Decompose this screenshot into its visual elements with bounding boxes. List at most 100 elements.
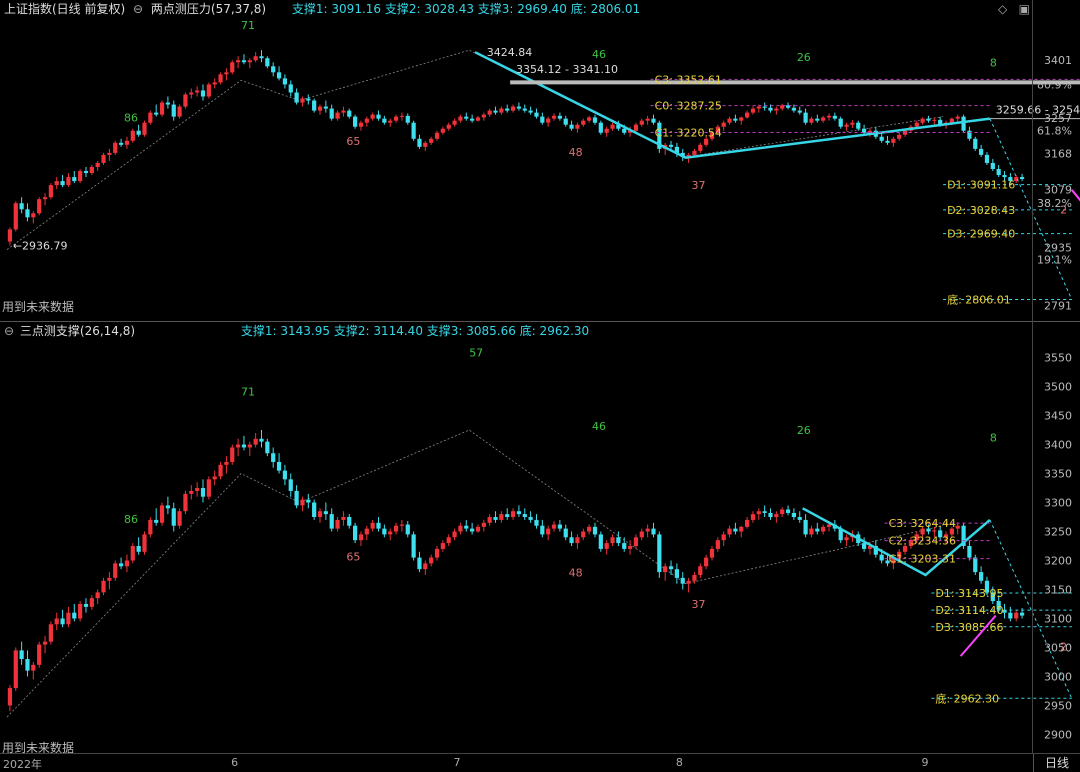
time-tick-label: 9 [921,756,929,769]
candle-body [744,519,750,527]
candle-body [165,102,170,105]
candle-body [282,78,288,85]
candle-body [821,526,826,532]
candle-body [288,479,293,491]
candle-body [154,112,159,115]
level-label: C0: 3287.25 [655,100,722,113]
time-axis[interactable]: 2022年 6 7 8 9 日线 [0,753,1080,772]
y-tick-label: 3050 [1044,641,1072,654]
candle-body [113,142,118,153]
candle-body [54,181,59,186]
annotation-label: 8 [990,56,997,69]
candle-body [955,525,960,529]
annotation-label: 3354.12 - 3341.10 [516,63,618,76]
candle-body [885,140,890,143]
candle-body [370,114,375,119]
candle-body [107,152,112,155]
candle-body [762,511,767,513]
candle-body [101,580,106,593]
level-label: D1: 3143.95 [935,587,1003,600]
candle-body [791,512,797,518]
candle-body [323,106,328,109]
candle-body [294,490,299,506]
candle-body [803,112,808,123]
period-button[interactable]: 日线 [1033,754,1080,772]
candle-body [31,664,36,671]
candle-body [136,546,141,552]
candle-body [312,100,317,111]
candle-body [25,659,30,671]
level-label: D2: 3028.43 [947,204,1015,217]
candle-body [165,505,170,509]
candle-body [470,528,475,532]
candle-body [826,115,832,118]
candle-body [967,130,972,139]
candle-body [171,104,176,117]
candle-body [528,110,533,113]
y-tick-label: 3257 [1044,112,1072,125]
candle-body [159,505,165,523]
candle-body [540,525,545,535]
candle-body [499,108,504,113]
top-footer-note: 用到未来数据 [2,300,75,314]
candle-body [475,117,481,121]
candle-body [107,577,112,581]
candle-body [271,66,276,73]
annotation-label: 26 [797,51,811,64]
collapse-icon[interactable]: ⊖ [4,322,14,340]
bottom-chart-canvas[interactable]: C3: 3264.44 C2: 3234.36 C1: 3203.31 D1: 314… [0,340,1080,752]
annotation-label: 65 [346,135,360,148]
candle-body [569,537,574,544]
candle-body [592,117,598,123]
candle-body [288,84,293,93]
candle-body [118,563,124,567]
candle-body [60,618,65,625]
candle-body [563,528,568,538]
candle-body [780,509,785,515]
trend-guide [6,429,944,718]
settings-icon[interactable]: ▣ [1019,2,1030,16]
candle-body [464,525,469,529]
candle-body [37,644,42,665]
candle-body [668,566,674,570]
candle-body [7,688,13,706]
diamond-icon[interactable]: ◇ [998,2,1007,16]
candle-body [721,122,726,127]
top-chart-canvas[interactable]: C3: 3352.61 C0: 3287.25 C1: 3220.54 D1: 309… [0,18,1080,320]
candle-body [949,118,954,123]
top-indicator-params: (57,37,8) [210,2,267,16]
candle-body [159,102,165,115]
candle-body [42,197,48,200]
candle-body [124,140,130,145]
candle-body [727,528,732,535]
candle-body [148,112,153,123]
time-tick-label: 7 [453,756,461,769]
candle-body [932,530,937,532]
candle-body [364,528,369,535]
candle-body [651,118,656,123]
candle-body [727,118,732,123]
candle-body [200,90,206,97]
collapse-icon[interactable]: ⊖ [133,0,143,18]
candle-body [645,528,650,532]
candle-body [452,531,457,538]
candle-body [329,108,334,119]
candle-body [534,112,539,117]
y-tick-label: 3401 [1044,54,1072,67]
candle-body [382,528,387,535]
candle-body [815,528,820,532]
level-label: C1: 3220.54 [655,127,722,140]
candle-body [393,525,399,532]
candle-body [347,517,352,526]
candle-body [622,543,627,549]
candle-body [177,511,182,526]
candle-body [440,543,445,549]
bottom-indicator-name: 三点测支撑 [19,324,80,338]
level-label: 底: 2962.30 [935,691,999,705]
candle-body [762,106,767,108]
candle-body [926,118,931,121]
candle-body [353,525,358,541]
candle-body [78,171,83,182]
y-tick-label: 3550 [1044,352,1072,365]
candle-body [850,122,855,125]
